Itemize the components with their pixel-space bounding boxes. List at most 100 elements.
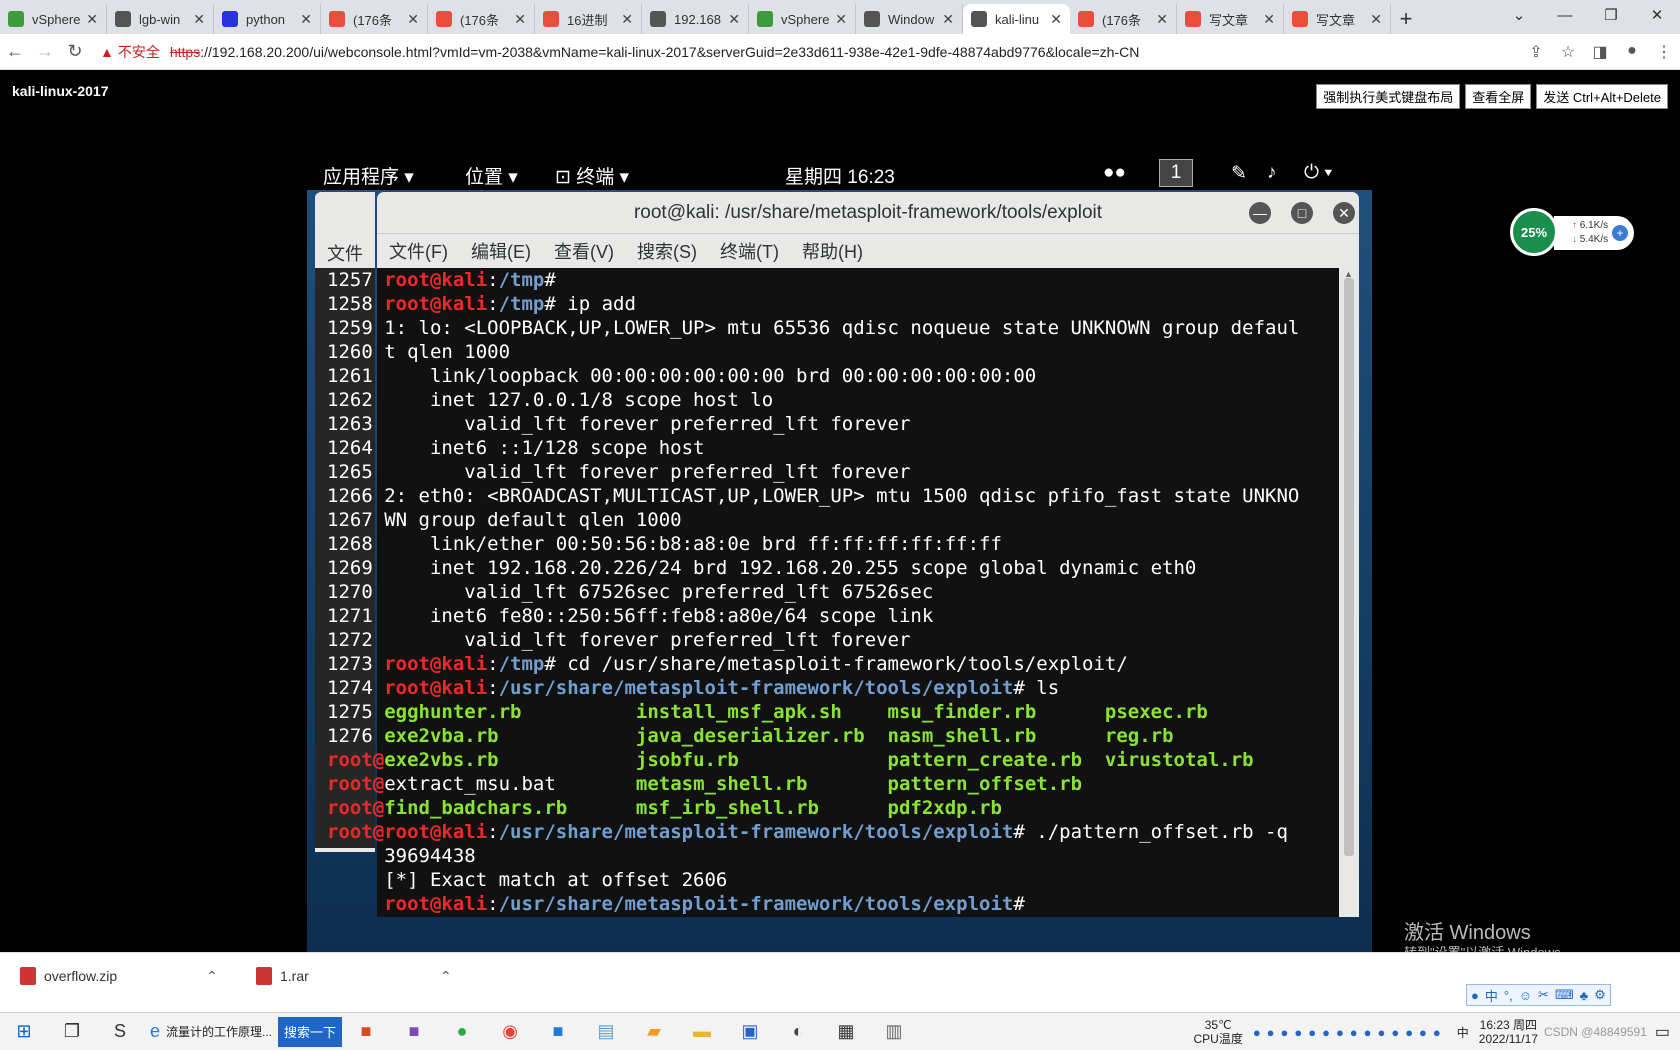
- close-icon[interactable]: ✕: [1634, 0, 1680, 30]
- ime-settings-icon[interactable]: ⚙: [1594, 987, 1606, 1003]
- minimize-icon[interactable]: —: [1542, 0, 1588, 30]
- fullscreen-button[interactable]: 查看全屏: [1465, 84, 1532, 109]
- browser-tab[interactable]: kali-linu ✕: [963, 4, 1070, 34]
- new-tab-button[interactable]: +: [1391, 4, 1421, 34]
- clock-tray[interactable]: 16:23 周四 2022/11/17: [1479, 1018, 1538, 1046]
- scrollbar-thumb[interactable]: [1344, 278, 1354, 856]
- ime-emoji-icon[interactable]: ☺: [1519, 988, 1532, 1003]
- image-app-icon[interactable]: ▥: [877, 1017, 911, 1047]
- download-item-rar[interactable]: 1.rar ⌃: [256, 967, 452, 985]
- close-window-icon[interactable]: ✕: [1333, 202, 1355, 224]
- back-icon[interactable]: ←: [0, 41, 30, 62]
- notification-icon[interactable]: ▭: [1655, 1022, 1670, 1042]
- menu-view[interactable]: 查看(V): [554, 238, 614, 264]
- tab-close-icon[interactable]: ✕: [514, 11, 526, 28]
- vmware-icon[interactable]: ◐: [781, 1017, 815, 1047]
- applications-menu[interactable]: 应用程序 ▾: [323, 162, 414, 189]
- tab-close-icon[interactable]: ✕: [300, 11, 312, 28]
- reload-icon[interactable]: ↻: [60, 41, 90, 62]
- ime-punct-icon[interactable]: °,: [1504, 988, 1513, 1003]
- menu-edit[interactable]: 编辑(E): [471, 238, 531, 264]
- tab-close-icon[interactable]: ✕: [728, 11, 740, 28]
- pen-icon[interactable]: ✎: [1231, 162, 1247, 185]
- ime-keyboard-icon[interactable]: ⌨: [1555, 987, 1574, 1003]
- volume-icon[interactable]: ♪: [1267, 162, 1277, 184]
- cpu-temp[interactable]: 35℃ CPU温度: [1193, 1018, 1242, 1046]
- remote-app-icon[interactable]: ▦: [829, 1017, 863, 1047]
- clock[interactable]: 星期四 16:23: [785, 162, 895, 189]
- chevron-up-icon[interactable]: ⌃: [206, 968, 218, 985]
- ime-tools-icon[interactable]: ✂: [1538, 987, 1549, 1003]
- browser-tab[interactable]: lgb-win ✕: [107, 4, 214, 34]
- menu-help[interactable]: 帮助(H): [802, 238, 863, 264]
- ctrl-alt-del-button[interactable]: 发送 Ctrl+Alt+Delete: [1536, 84, 1668, 109]
- menu-search[interactable]: 搜索(S): [637, 238, 697, 264]
- menu-terminal[interactable]: 终端(T): [720, 238, 779, 264]
- tray-icons[interactable]: ●●●●●●●●●●●●●●: [1253, 1025, 1447, 1040]
- browser-tab[interactable]: 16进制 ✕: [535, 4, 642, 34]
- people-icon[interactable]: ●●: [1103, 162, 1126, 184]
- menu-file[interactable]: 文件(F): [389, 238, 448, 264]
- forward-icon[interactable]: →: [30, 41, 60, 62]
- tab-close-icon[interactable]: ✕: [621, 11, 633, 28]
- task-view-icon[interactable]: ❐: [55, 1017, 89, 1047]
- monitor-app-icon[interactable]: ▣: [733, 1017, 767, 1047]
- tab-close-icon[interactable]: ✕: [407, 11, 419, 28]
- minimize-window-icon[interactable]: —: [1249, 202, 1271, 224]
- tab-close-icon[interactable]: ✕: [193, 11, 205, 28]
- profile-icon[interactable]: ●: [1616, 42, 1648, 62]
- url-field[interactable]: ▲ 不安全 https ://192.168.20.200/ui/webcons…: [100, 38, 1520, 66]
- terminal-app-menu[interactable]: ⊡ 终端 ▾: [555, 162, 629, 189]
- places-menu[interactable]: 位置 ▾: [465, 162, 518, 189]
- ime-toolbar[interactable]: ● 中 °, ☺ ✂ ⌨ ♣ ⚙: [1466, 984, 1611, 1006]
- workspace-indicator[interactable]: 1: [1159, 159, 1193, 187]
- sidebar-icon[interactable]: ◨: [1584, 42, 1616, 62]
- browser-tab[interactable]: vSphere ✕: [749, 4, 856, 34]
- vs-icon[interactable]: ■: [397, 1017, 431, 1047]
- ime-skin-icon[interactable]: ♣: [1580, 988, 1589, 1003]
- terminal-titlebar[interactable]: root@kali: /usr/share/metasploit-framewo…: [377, 192, 1359, 234]
- restore-icon[interactable]: ❐: [1588, 0, 1634, 30]
- chevron-up-icon[interactable]: ⌃: [440, 968, 452, 985]
- ime-indicator[interactable]: 中: [1457, 1024, 1469, 1041]
- tab-close-icon[interactable]: ✕: [835, 11, 847, 28]
- sublime-icon[interactable]: ▰: [637, 1017, 671, 1047]
- browser-tab[interactable]: 写文章 ✕: [1177, 4, 1284, 34]
- blue-app-icon[interactable]: ■: [541, 1017, 575, 1047]
- tab-close-icon[interactable]: ✕: [942, 11, 954, 28]
- browser-tab[interactable]: 192.168 ✕: [642, 4, 749, 34]
- tab-close-icon[interactable]: ✕: [1370, 11, 1382, 28]
- app-s-icon[interactable]: S: [103, 1017, 137, 1047]
- terminal-scrollbar[interactable]: ▲: [1339, 268, 1359, 917]
- tab-search-icon[interactable]: ⌄: [1496, 0, 1542, 30]
- tab-close-icon[interactable]: ✕: [1050, 11, 1062, 28]
- browser-tab[interactable]: vSphere ✕: [0, 4, 107, 34]
- browser-tab[interactable]: (176条 ✕: [428, 4, 535, 34]
- office-icon[interactable]: ■: [349, 1017, 383, 1047]
- browser-tab[interactable]: 写文章 ✕: [1284, 4, 1391, 34]
- chrome-icon[interactable]: ◉: [493, 1017, 527, 1047]
- download-item-overflow[interactable]: overflow.zip ⌃: [20, 967, 218, 985]
- folder-icon[interactable]: ▬: [685, 1017, 719, 1047]
- network-speed-widget[interactable]: ↑ 6.1K/s ↓ 5.4K/s + 25%: [1510, 208, 1636, 258]
- tab-close-icon[interactable]: ✕: [86, 11, 98, 28]
- insecure-label[interactable]: 不安全: [118, 42, 160, 62]
- browser-tab[interactable]: (176条 ✕: [321, 4, 428, 34]
- plus-icon[interactable]: +: [1612, 225, 1628, 241]
- menu-icon[interactable]: ⋮: [1648, 42, 1680, 62]
- browser-tab[interactable]: python ✕: [214, 4, 321, 34]
- browser-tab[interactable]: (176条 ✕: [1070, 4, 1177, 34]
- tab-close-icon[interactable]: ✕: [1263, 11, 1275, 28]
- green-app-icon[interactable]: ●: [445, 1017, 479, 1047]
- share-icon[interactable]: ⇪: [1520, 42, 1552, 62]
- ie-taskbar-item[interactable]: e 流量计的工作原理...: [144, 1017, 278, 1047]
- power-icon[interactable]: ⏻ ▾: [1304, 162, 1332, 184]
- us-keyboard-button[interactable]: 强制执行美式键盘布局: [1316, 84, 1461, 109]
- bookmark-star-icon[interactable]: ☆: [1552, 42, 1584, 62]
- notepad-icon[interactable]: ▤: [589, 1017, 623, 1047]
- browser-tab[interactable]: Window ✕: [856, 4, 963, 34]
- search-button[interactable]: 搜索一下: [278, 1016, 343, 1047]
- start-icon[interactable]: ⊞: [7, 1017, 41, 1047]
- tab-close-icon[interactable]: ✕: [1156, 11, 1168, 28]
- maximize-window-icon[interactable]: □: [1291, 202, 1313, 224]
